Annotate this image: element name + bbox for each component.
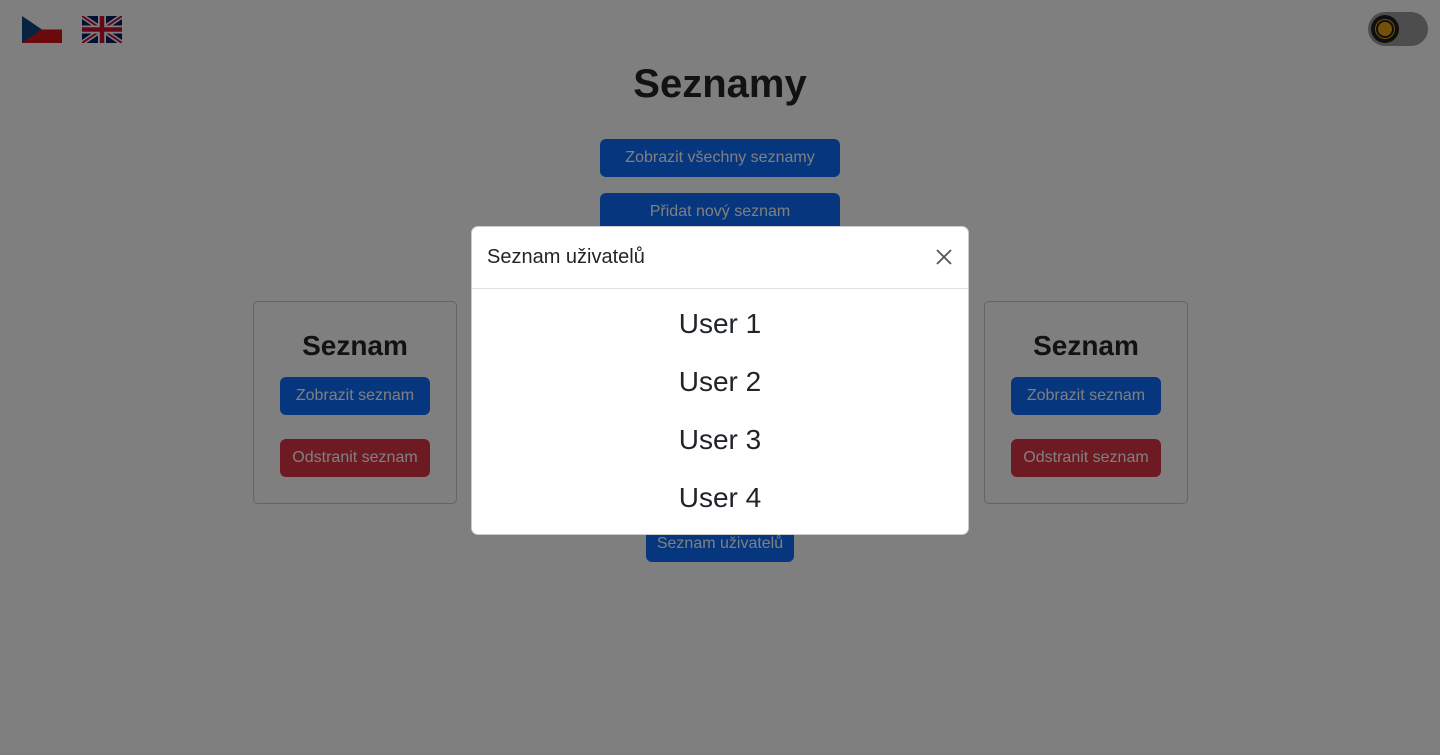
user-list-item: User 3 (678, 424, 762, 455)
user-list-item: User 2 (678, 366, 762, 397)
users-modal: Seznam uživatelů User 1 User 2 User 3 Us… (471, 226, 969, 535)
close-icon (936, 249, 952, 265)
page: Seznamy Zobrazit všechny seznamy Přidat … (0, 0, 1440, 755)
user-list-item: User 1 (678, 308, 762, 339)
modal-body: User 1 User 2 User 3 User 4 (472, 289, 968, 537)
modal-header: Seznam uživatelů (472, 227, 968, 289)
user-list-item: User 4 (678, 482, 762, 513)
close-button[interactable] (932, 245, 956, 269)
modal-title: Seznam uživatelů (487, 246, 645, 268)
